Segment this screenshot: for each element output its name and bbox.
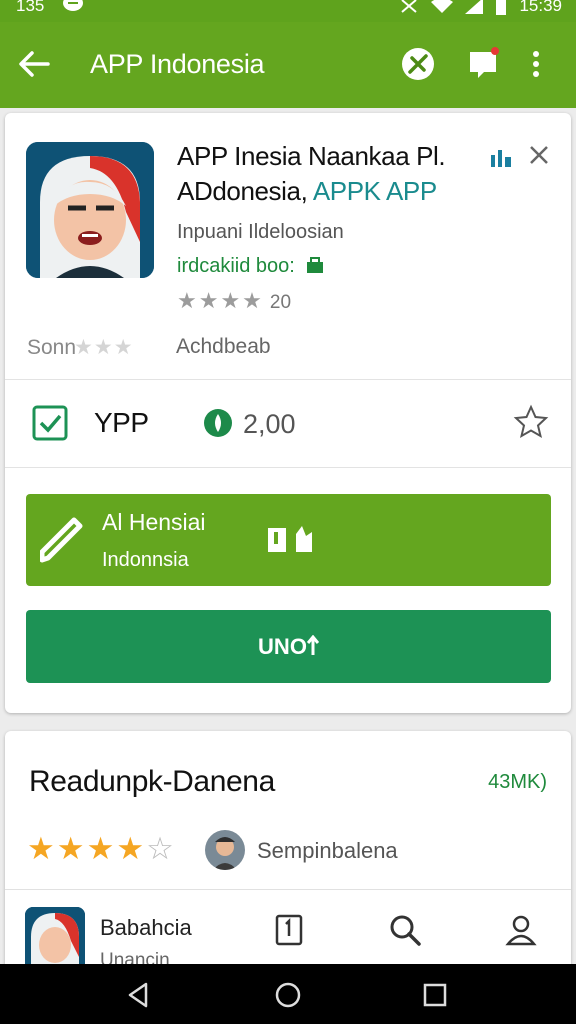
wifi-icon	[431, 0, 454, 13]
avatar-illustration	[205, 830, 245, 870]
app-bar-title: APP Indonesia	[90, 49, 265, 79]
install-button[interactable]: Al Hensiai Indonnsia	[26, 494, 551, 586]
status-icons: 15:39	[399, 0, 562, 16]
app-title-line1: APP Inesia Naankaa Pl.	[177, 141, 446, 171]
review-card: Readunpk-Danena 43MK) ★★★★☆ Sempinbalena…	[5, 731, 571, 991]
divider	[5, 379, 571, 380]
reviewer-name: Sempinbalena	[257, 838, 398, 863]
search-icon[interactable]	[387, 912, 423, 948]
app-detail-card: APP Inesia Naankaa Pl. ADdonesia, APPK A…	[5, 113, 571, 713]
edit-icon	[40, 517, 83, 563]
app-avatar-illustration	[26, 142, 154, 278]
downloads-icon	[204, 409, 232, 437]
status-bar: 135 15:39	[0, 0, 576, 22]
app-title: APP Inesia Naankaa Pl. ADdonesia, APPK A…	[177, 139, 517, 209]
back-arrow-icon[interactable]	[18, 50, 50, 78]
review-star-empty: ☆	[146, 831, 176, 866]
reviewer-avatar[interactable]	[205, 830, 245, 870]
category-label: irdcakiid boo:	[177, 255, 325, 278]
app-title-line2: ADdonesia, APPK APP	[177, 176, 437, 206]
install-label-line1: Al Hensiai	[102, 509, 206, 535]
install-label-line2: Indonnsia	[102, 549, 189, 571]
checkbox-icon[interactable]	[32, 405, 68, 441]
review-size[interactable]: 43MK)	[488, 771, 547, 794]
nav-home-icon[interactable]	[273, 980, 303, 1010]
notification-icon[interactable]	[466, 46, 502, 82]
developer-name[interactable]: Inpuani Ildeloosian	[177, 221, 344, 244]
review-title: Readunpk-Danena	[29, 765, 275, 798]
app-title-accent: APPK APP	[312, 176, 437, 206]
meta-right: Achdbeab	[176, 335, 271, 358]
more-options-icon[interactable]	[526, 46, 546, 82]
install-mini-icon	[268, 526, 312, 552]
status-time-right: 15:39	[519, 0, 562, 15]
review-stars: ★★★★☆	[27, 831, 176, 866]
downloads-count: 2,00	[243, 409, 296, 439]
chart-badge-icon	[491, 150, 511, 167]
app-icon[interactable]	[26, 142, 154, 278]
shop-badge-icon	[306, 257, 323, 273]
library-icon[interactable]	[271, 912, 307, 948]
signal-icon	[465, 0, 484, 14]
meta-stars: ★★★	[74, 336, 134, 359]
open-arrow-icon	[306, 635, 319, 655]
open-button[interactable]: UNO	[26, 610, 551, 683]
rating-count: 20	[269, 292, 292, 313]
mini-app-name: Babahcia	[100, 915, 192, 940]
app-bar: APP Indonesia	[0, 22, 576, 108]
ypp-label: YPP	[94, 407, 149, 438]
vibrate-icon	[401, 0, 418, 13]
mini-avatar-illustration	[25, 907, 85, 971]
tools-icon[interactable]	[400, 46, 436, 82]
account-icon[interactable]	[503, 912, 539, 948]
nav-recents-icon[interactable]	[420, 980, 450, 1010]
favorite-star-icon[interactable]	[513, 404, 549, 440]
system-nav-bar	[0, 964, 576, 1024]
rating-stars-small: ★★★★ 20	[177, 288, 292, 313]
nav-back-icon[interactable]	[124, 980, 154, 1010]
close-icon[interactable]	[528, 144, 550, 166]
battery-icon	[496, 0, 507, 15]
meta-left: Sonn★★★	[27, 336, 134, 359]
mini-app-icon[interactable]	[25, 907, 85, 971]
status-time-left: 135	[16, 0, 45, 15]
divider	[5, 467, 571, 468]
message-icon	[63, 0, 83, 11]
